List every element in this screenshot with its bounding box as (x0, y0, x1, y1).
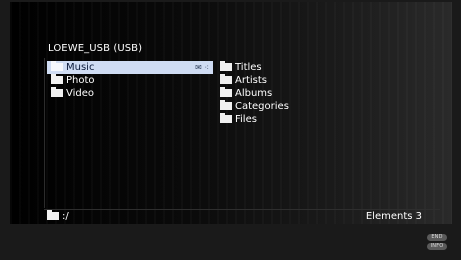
folder-icon (220, 100, 232, 110)
device-title: LOEWE_USB (USB) (48, 43, 143, 54)
list-item-label: Albums (235, 88, 273, 99)
folder-icon (51, 87, 63, 97)
end-button-hint: END (427, 234, 447, 241)
folder-icon (51, 74, 63, 84)
list-item-label: Music (66, 62, 95, 73)
folder-icon (220, 61, 232, 71)
list-item-albums[interactable]: Albums (218, 87, 272, 100)
list-item-music[interactable]: Music ✉ ⁖ (47, 61, 213, 74)
list-item-label: Video (66, 88, 95, 99)
path-label: :/ (62, 211, 69, 222)
folder-icon (47, 210, 59, 220)
source-list: Music ✉ ⁖ Photo Video (44, 58, 213, 208)
folder-icon (220, 113, 232, 123)
list-item-label: Titles (235, 62, 262, 73)
browser-panel: LOEWE_USB (USB) Music ✉ ⁖ Photo Video Ti… (10, 2, 452, 224)
folder-icon (220, 87, 232, 97)
list-item-label: Photo (66, 75, 95, 86)
dots-icon: ⁖ (204, 63, 209, 72)
list-item-label: Categories (235, 101, 289, 112)
list-item-artists[interactable]: Artists (218, 74, 267, 87)
elements-count: Elements 3 (365, 211, 422, 222)
divider (44, 209, 440, 210)
sub-folder-list: Titles Artists Albums Categories Files (218, 58, 438, 208)
item-options-icons: ✉ ⁖ (195, 62, 209, 73)
mail-icon: ✉ (195, 63, 202, 72)
list-item-titles[interactable]: Titles (218, 61, 262, 74)
folder-icon (51, 61, 63, 71)
list-item-categories[interactable]: Categories (218, 100, 289, 113)
list-item-label: Files (235, 114, 257, 125)
list-item-photo[interactable]: Photo (47, 74, 213, 87)
list-item-files[interactable]: Files (218, 113, 257, 126)
screen: LOEWE_USB (USB) Music ✉ ⁖ Photo Video Ti… (0, 0, 461, 260)
current-path: :/ (47, 210, 69, 223)
folder-icon (220, 74, 232, 84)
list-item-label: Artists (235, 75, 267, 86)
list-item-video[interactable]: Video (47, 87, 213, 100)
info-button-hint: INFO (427, 243, 447, 250)
